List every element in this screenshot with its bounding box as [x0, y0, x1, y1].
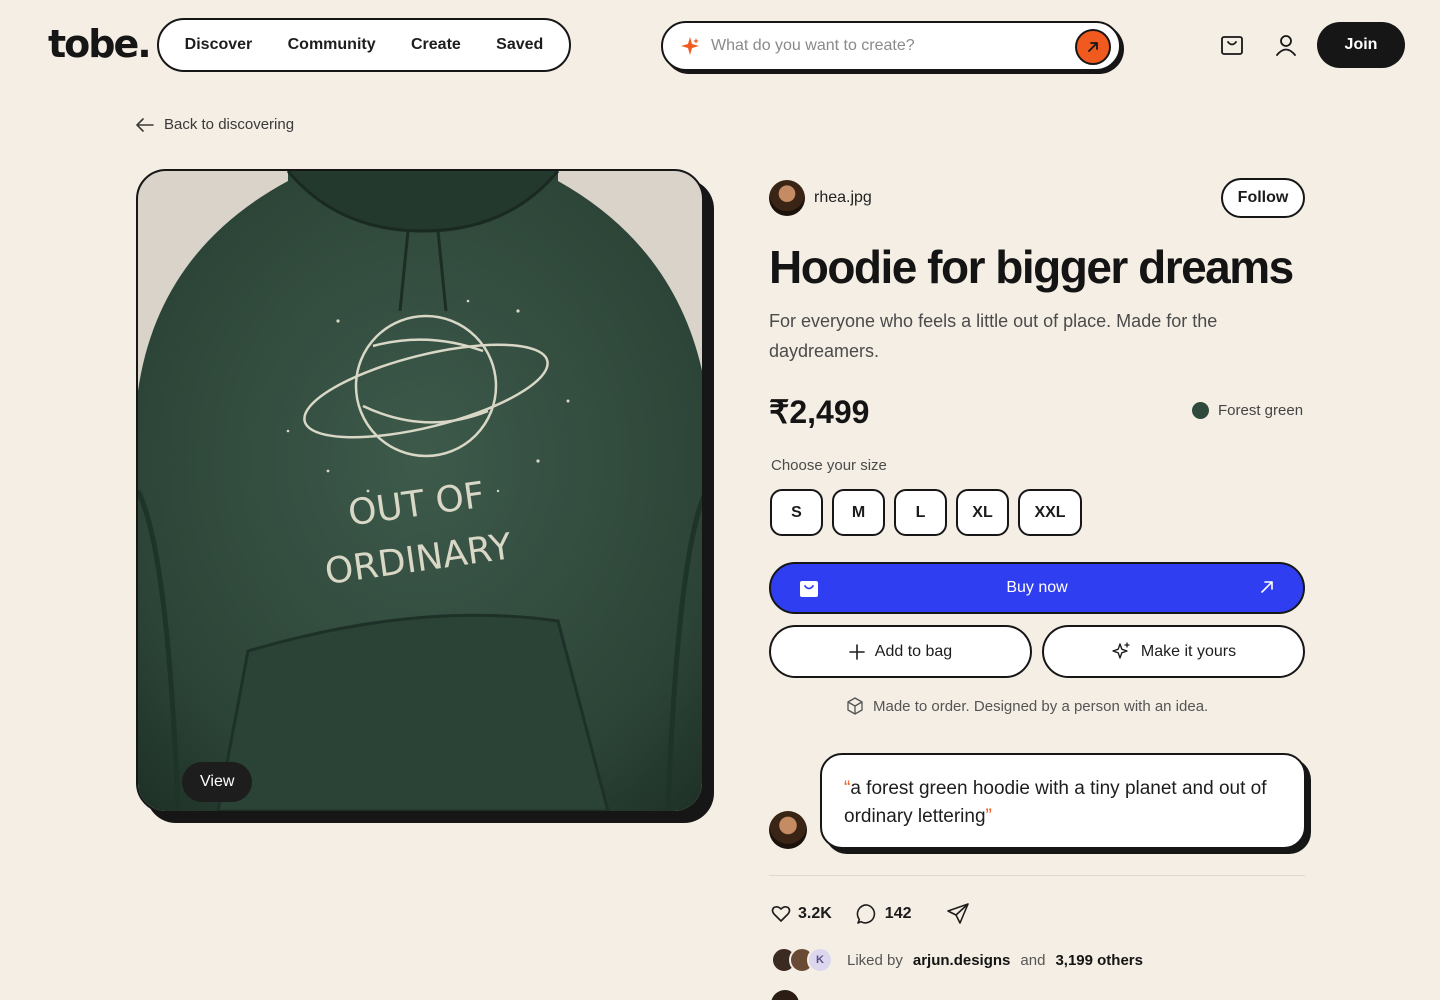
nav-community[interactable]: Community	[288, 36, 376, 54]
nav-saved[interactable]: Saved	[496, 36, 543, 54]
add-to-bag-label: Add to bag	[874, 642, 953, 660]
colour-name: Forest green	[1218, 402, 1304, 419]
add-to-bag-button[interactable]: Add to bag	[769, 625, 1032, 678]
size-option-l[interactable]: L	[894, 489, 947, 536]
back-link-label: Back to discovering	[164, 116, 295, 133]
arrow-left-icon	[136, 117, 154, 132]
size-option-xl[interactable]: XL	[956, 489, 1009, 536]
size-label: Choose your size	[771, 457, 887, 474]
size-selector: S M L XL XXL	[770, 489, 1082, 536]
plus-icon	[848, 643, 865, 660]
bag-icon	[799, 580, 819, 603]
size-option-m[interactable]: M	[832, 489, 885, 536]
prompt-text: a forest green hoodie with a tiny planet…	[844, 778, 1267, 827]
user-icon[interactable]	[1273, 32, 1299, 58]
package-icon	[847, 697, 863, 715]
nav-create[interactable]: Create	[411, 36, 461, 54]
comment-count: 142	[884, 905, 912, 922]
avatar	[769, 180, 805, 216]
search-submit-button[interactable]	[1075, 29, 1111, 65]
follow-button[interactable]: Follow	[1221, 178, 1305, 218]
bag-icon[interactable]	[1219, 32, 1245, 58]
product-price: ₹2,499	[769, 394, 870, 430]
engagement-stats: 3.2K 142	[771, 902, 970, 926]
nav-discover[interactable]: Discover	[185, 36, 253, 54]
avatar	[771, 990, 799, 1000]
make-it-yours-button[interactable]: Make it yours	[1042, 625, 1305, 678]
back-link[interactable]: Back to discovering	[136, 116, 294, 133]
search-bar	[661, 21, 1121, 71]
buy-now-button[interactable]: Buy now	[769, 562, 1305, 614]
arrow-up-right-icon	[1259, 579, 1275, 600]
divider	[769, 875, 1305, 876]
prompt-bubble: “a forest green hoodie with a tiny plane…	[820, 753, 1306, 849]
liked-and: and	[1020, 951, 1046, 969]
product-image[interactable]: OUT OF ORDINARY	[136, 169, 704, 813]
search-input[interactable]	[711, 37, 1051, 55]
liker-avatars[interactable]: K	[771, 947, 833, 973]
like-count: 3.2K	[798, 905, 832, 922]
product-description: For everyone who feels a little out of p…	[769, 311, 1218, 361]
share-button[interactable]	[946, 902, 970, 926]
close-quote: ”	[985, 806, 992, 827]
prompt-author-avatar[interactable]	[769, 811, 807, 849]
product-title: Hoodie for bigger dreams	[769, 241, 1294, 293]
sparkle-icon	[1112, 641, 1130, 659]
avatar: K	[807, 947, 833, 973]
note-text: Made to order. Designed by a person with…	[873, 697, 1209, 715]
creator[interactable]: rhea.jpg	[769, 180, 872, 216]
make-it-yours-label: Make it yours	[1140, 642, 1237, 660]
size-option-xxl[interactable]: XXL	[1018, 489, 1082, 536]
made-to-order-note: Made to order. Designed by a person with…	[846, 697, 1208, 715]
join-button[interactable]: Join	[1317, 22, 1405, 68]
colour-indicator: Forest green	[1192, 402, 1303, 419]
comment-button[interactable]: 142	[856, 903, 912, 925]
view-button[interactable]: View	[182, 762, 253, 802]
like-button[interactable]: 3.2K	[771, 905, 832, 923]
main-nav: Discover Community Create Saved	[157, 18, 571, 72]
liked-by: K Liked by arjun.designs and 3,199 other…	[771, 947, 1143, 973]
hoodie-illustration: OUT OF ORDINARY	[138, 171, 702, 811]
send-icon	[946, 903, 969, 924]
heart-icon	[771, 905, 791, 922]
liked-prefix: Liked by	[847, 951, 903, 969]
arrow-up-right-icon	[1088, 42, 1098, 52]
liked-user-link[interactable]: arjun.designs	[913, 952, 1011, 969]
logo[interactable]: tobe.	[48, 22, 152, 66]
comment-icon	[856, 904, 876, 924]
creator-name: rhea.jpg	[814, 189, 872, 206]
liked-others-link[interactable]: 3,199 others	[1055, 952, 1143, 969]
colour-swatch	[1192, 402, 1209, 419]
sparkle-icon	[679, 35, 701, 57]
size-option-s[interactable]: S	[770, 489, 823, 536]
buy-now-label: Buy now	[1006, 579, 1068, 596]
